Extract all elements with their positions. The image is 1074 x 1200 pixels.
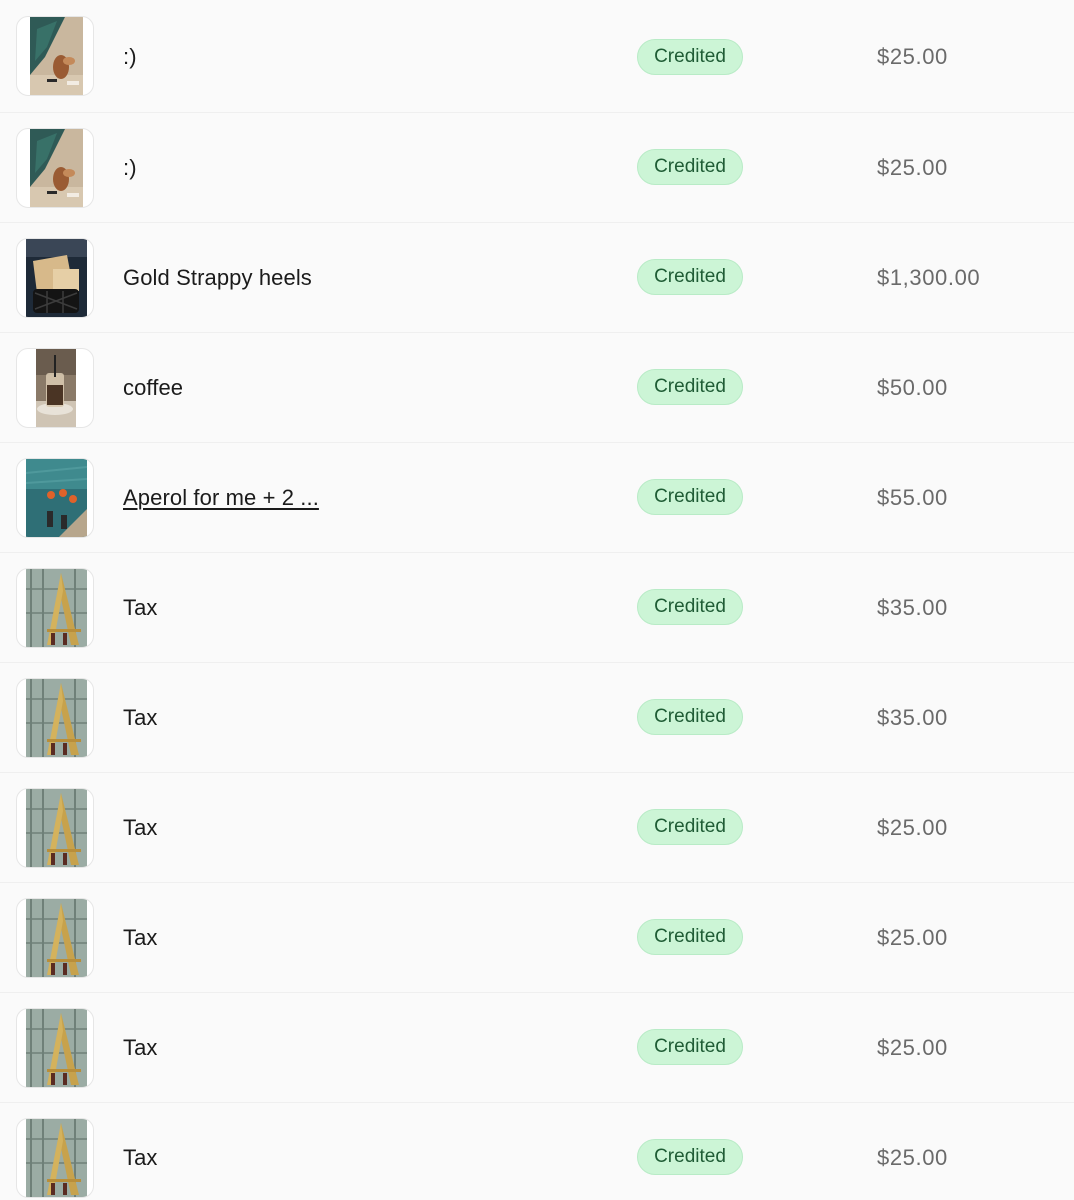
transaction-title: :) [123, 155, 137, 180]
transaction-row[interactable]: Gold Strappy heels Credited $1,300.00 [0, 222, 1074, 332]
building-photo-thumbnail[interactable] [16, 1008, 94, 1088]
status-badge: Credited [637, 149, 743, 185]
transaction-amount: $1,300.00 [877, 265, 981, 290]
transaction-amount: $25.00 [877, 155, 948, 180]
transaction-amount: $25.00 [877, 815, 948, 840]
status-badge: Credited [637, 919, 743, 955]
transaction-list: :) Credited $25.00 :) Credited $25.00 Go… [0, 0, 1074, 1200]
building-photo-thumbnail[interactable] [16, 788, 94, 868]
transaction-row[interactable]: Tax Credited $35.00 [0, 552, 1074, 662]
transaction-row[interactable]: Tax Credited $25.00 [0, 772, 1074, 882]
transaction-amount: $25.00 [877, 44, 948, 69]
status-badge: Credited [637, 699, 743, 735]
building-photo-thumbnail[interactable] [16, 1118, 94, 1198]
status-badge: Credited [637, 589, 743, 625]
transaction-amount: $55.00 [877, 485, 948, 510]
transaction-title: coffee [123, 375, 184, 400]
seaside-drinks-photo-thumbnail[interactable] [16, 458, 94, 538]
transaction-title: Gold Strappy heels [123, 265, 312, 290]
transaction-amount: $25.00 [877, 1035, 948, 1060]
status-badge: Credited [637, 809, 743, 845]
transaction-amount: $35.00 [877, 595, 948, 620]
transaction-row[interactable]: Aperol for me + 2 ... Credited $55.00 [0, 442, 1074, 552]
transaction-row[interactable]: Tax Credited $35.00 [0, 662, 1074, 772]
iced-coffee-photo-thumbnail[interactable] [16, 348, 94, 428]
building-photo-thumbnail[interactable] [16, 898, 94, 978]
transaction-title: Tax [123, 925, 158, 950]
building-photo-thumbnail[interactable] [16, 568, 94, 648]
transaction-row[interactable]: Tax Credited $25.00 [0, 882, 1074, 992]
transaction-title: :) [123, 44, 137, 69]
transaction-amount: $25.00 [877, 925, 948, 950]
transaction-row[interactable]: :) Credited $25.00 [0, 0, 1074, 112]
status-badge: Credited [637, 479, 743, 515]
transaction-title-link[interactable]: Aperol for me + 2 ... [123, 484, 319, 512]
status-badge: Credited [637, 1139, 743, 1175]
transaction-title: Tax [123, 595, 158, 620]
status-badge: Credited [637, 369, 743, 405]
transaction-amount: $50.00 [877, 375, 948, 400]
transaction-title: Tax [123, 705, 158, 730]
building-photo-thumbnail[interactable] [16, 678, 94, 758]
transaction-row[interactable]: Tax Credited $25.00 [0, 1102, 1074, 1200]
transaction-row[interactable]: :) Credited $25.00 [0, 112, 1074, 222]
status-badge: Credited [637, 1029, 743, 1065]
transaction-row[interactable]: coffee Credited $50.00 [0, 332, 1074, 442]
transaction-title: Tax [123, 1035, 158, 1060]
transaction-amount: $25.00 [877, 1145, 948, 1170]
shopping-bag-photo-thumbnail[interactable] [16, 238, 94, 318]
transaction-row[interactable]: Tax Credited $25.00 [0, 992, 1074, 1102]
pool-photo-thumbnail[interactable] [16, 128, 94, 208]
transaction-amount: $35.00 [877, 705, 948, 730]
transaction-title: Tax [123, 815, 158, 840]
status-badge: Credited [637, 39, 743, 75]
status-badge: Credited [637, 259, 743, 295]
transaction-title: Tax [123, 1145, 158, 1170]
pool-photo-thumbnail[interactable] [16, 16, 94, 96]
